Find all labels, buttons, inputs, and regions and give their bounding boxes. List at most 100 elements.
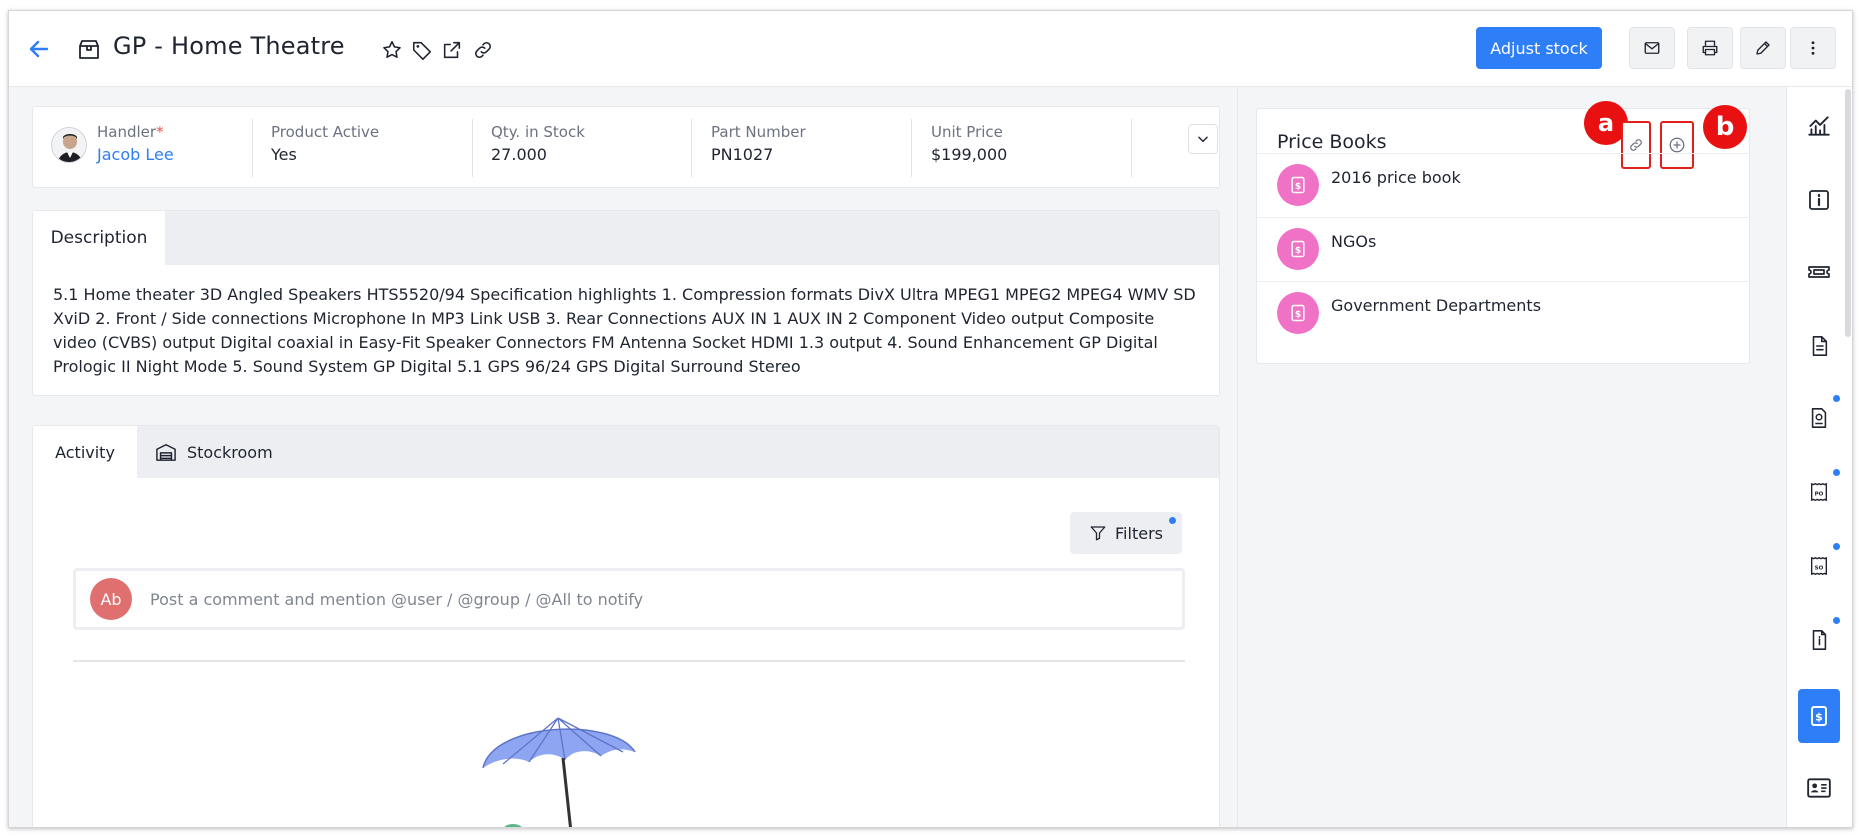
product-box-icon bbox=[79, 40, 99, 59]
more-options-button[interactable] bbox=[1790, 27, 1836, 69]
rail-item-info[interactable] bbox=[1798, 175, 1840, 225]
activity-tabbar: Activity Stockroom bbox=[33, 426, 1219, 478]
column-divider bbox=[1237, 87, 1238, 827]
unit-price-value: $199,000 bbox=[931, 145, 1008, 164]
handler-label: Handler bbox=[97, 123, 157, 141]
description-text: 5.1 Home theater 3D Angled Speakers HTS5… bbox=[53, 285, 1196, 376]
summary-card: Handler* Jacob Lee Product Active Yes Qt… bbox=[32, 106, 1220, 188]
svg-text:PO: PO bbox=[1815, 492, 1824, 498]
filter-icon bbox=[1090, 526, 1106, 541]
mail-icon bbox=[1644, 42, 1660, 54]
external-link-icon[interactable] bbox=[441, 39, 463, 61]
scrollbar-thumb[interactable] bbox=[1845, 89, 1851, 337]
annotation-marker-b: b bbox=[1703, 105, 1747, 149]
part-number-value: PN1027 bbox=[711, 145, 774, 164]
rail-item-tickets[interactable] bbox=[1798, 247, 1840, 297]
qty-in-stock-field: Qty. in Stock 27.000 bbox=[491, 123, 585, 164]
comment-input[interactable] bbox=[150, 571, 1170, 627]
price-book-icon: $ bbox=[1277, 164, 1319, 206]
filters-label: Filters bbox=[1115, 523, 1163, 543]
tab-description[interactable]: Description bbox=[33, 211, 165, 265]
filters-button[interactable]: Filters bbox=[1070, 512, 1182, 554]
field-separator bbox=[911, 119, 912, 177]
activity-card: Activity Stockroom Filters Ab bbox=[32, 425, 1220, 827]
qty-in-stock-label: Qty. in Stock bbox=[491, 123, 585, 141]
expand-summary-button[interactable] bbox=[1188, 124, 1218, 154]
price-book-row[interactable]: $ 2016 price book bbox=[1257, 153, 1749, 217]
price-books-card: Price Books a b $ 2016 price book $ NGOs… bbox=[1256, 101, 1750, 365]
part-number-label: Part Number bbox=[711, 123, 806, 141]
notification-dot bbox=[1833, 617, 1840, 624]
field-separator bbox=[472, 119, 473, 177]
svg-text:$: $ bbox=[1295, 245, 1301, 256]
price-book-row[interactable]: $ Government Departments bbox=[1257, 281, 1749, 365]
rail-item-quotes[interactable] bbox=[1798, 393, 1840, 443]
field-separator bbox=[691, 119, 692, 177]
quote-document-icon bbox=[1811, 408, 1827, 428]
document-icon bbox=[1812, 336, 1828, 356]
handler-value[interactable]: Jacob Lee bbox=[97, 145, 174, 164]
print-icon bbox=[1702, 40, 1718, 56]
ticket-icon bbox=[1808, 266, 1830, 278]
link-icon bbox=[1630, 139, 1642, 151]
rail-item-contacts[interactable] bbox=[1798, 763, 1840, 813]
related-modules-rail: PO SO $ bbox=[1786, 87, 1852, 827]
product-active-field: Product Active Yes bbox=[271, 123, 379, 164]
price-book-name[interactable]: 2016 price book bbox=[1331, 168, 1461, 187]
unit-price-field: Unit Price $199,000 bbox=[931, 123, 1007, 164]
svg-text:$: $ bbox=[1295, 309, 1301, 320]
edit-button[interactable] bbox=[1740, 27, 1786, 69]
product-active-value: Yes bbox=[271, 145, 297, 164]
price-book-icon: $ bbox=[1277, 292, 1319, 334]
rail-item-purchase-orders[interactable]: PO bbox=[1798, 467, 1840, 517]
edit-icon bbox=[1756, 41, 1770, 55]
notification-dot bbox=[1833, 469, 1840, 476]
empty-state-umbrella-illustration bbox=[482, 717, 636, 827]
notification-dot bbox=[1833, 395, 1840, 402]
price-books-title: Price Books bbox=[1277, 131, 1387, 153]
contact-card-icon bbox=[1807, 778, 1831, 798]
user-avatar: Ab bbox=[90, 578, 132, 620]
rail-item-sales-orders[interactable]: SO bbox=[1798, 541, 1840, 591]
unit-price-label: Unit Price bbox=[931, 123, 1003, 141]
description-tabbar: Description bbox=[33, 211, 1219, 265]
tab-activity[interactable]: Activity bbox=[33, 426, 137, 478]
tab-stockroom[interactable]: Stockroom bbox=[137, 426, 287, 478]
field-separator bbox=[252, 119, 253, 177]
star-icon[interactable] bbox=[381, 39, 403, 61]
rail-item-price-books[interactable]: $ bbox=[1798, 689, 1840, 743]
record-header: GP - Home Theatre Adjust stock bbox=[9, 11, 1852, 87]
description-card: Description 5.1 Home theater 3D Angled S… bbox=[32, 210, 1220, 396]
adjust-stock-button[interactable]: Adjust stock bbox=[1476, 27, 1602, 69]
rail-item-invoices[interactable] bbox=[1798, 615, 1840, 665]
price-book-row[interactable]: $ NGOs bbox=[1257, 217, 1749, 281]
price-book-icon: $ bbox=[1811, 706, 1827, 726]
filters-active-dot bbox=[1169, 517, 1176, 524]
price-book-name[interactable]: Government Departments bbox=[1331, 296, 1541, 315]
rail-item-analytics[interactable] bbox=[1798, 101, 1840, 151]
person-avatar-icon bbox=[52, 128, 86, 162]
qty-in-stock-value: 27.000 bbox=[491, 145, 547, 164]
notification-dot bbox=[1833, 543, 1840, 550]
price-book-icon: $ bbox=[1277, 228, 1319, 270]
rail-item-documents[interactable] bbox=[1798, 321, 1840, 371]
link-icon[interactable] bbox=[472, 39, 494, 61]
sales-order-icon: SO bbox=[1810, 557, 1828, 575]
plus-circle-icon bbox=[1669, 137, 1685, 153]
svg-text:SO: SO bbox=[1815, 566, 1824, 572]
invoice-icon bbox=[1812, 630, 1827, 650]
app-window: GP - Home Theatre Adjust stock Handler* … bbox=[8, 10, 1853, 828]
back-arrow-icon[interactable] bbox=[27, 37, 51, 61]
handler-avatar bbox=[51, 127, 87, 163]
price-book-name[interactable]: NGOs bbox=[1331, 232, 1376, 251]
print-button[interactable] bbox=[1687, 27, 1733, 69]
email-button[interactable] bbox=[1629, 27, 1675, 69]
svg-text:$: $ bbox=[1295, 181, 1301, 192]
tab-stockroom-label: Stockroom bbox=[187, 442, 273, 462]
required-mark: * bbox=[156, 123, 164, 141]
info-icon bbox=[1809, 190, 1829, 210]
tag-icon[interactable] bbox=[411, 39, 433, 61]
product-active-label: Product Active bbox=[271, 123, 380, 141]
divider bbox=[73, 660, 1185, 662]
part-number-field: Part Number PN1027 bbox=[711, 123, 806, 164]
